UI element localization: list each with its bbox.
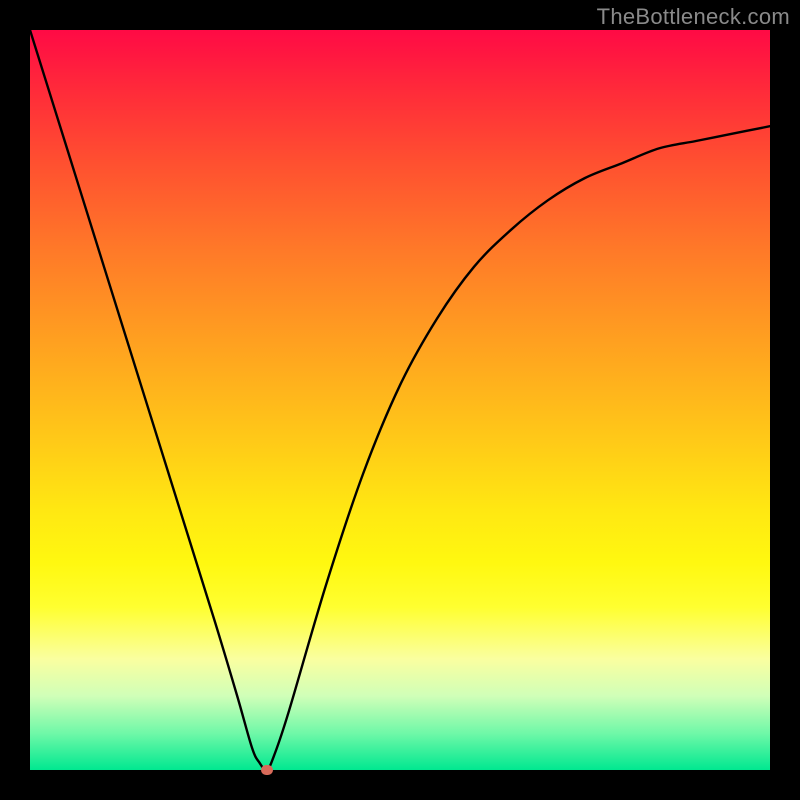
bottleneck-curve — [30, 30, 770, 770]
watermark-text: TheBottleneck.com — [597, 4, 790, 30]
optimal-point-marker — [261, 765, 273, 775]
chart-frame: TheBottleneck.com — [0, 0, 800, 800]
plot-area — [30, 30, 770, 770]
